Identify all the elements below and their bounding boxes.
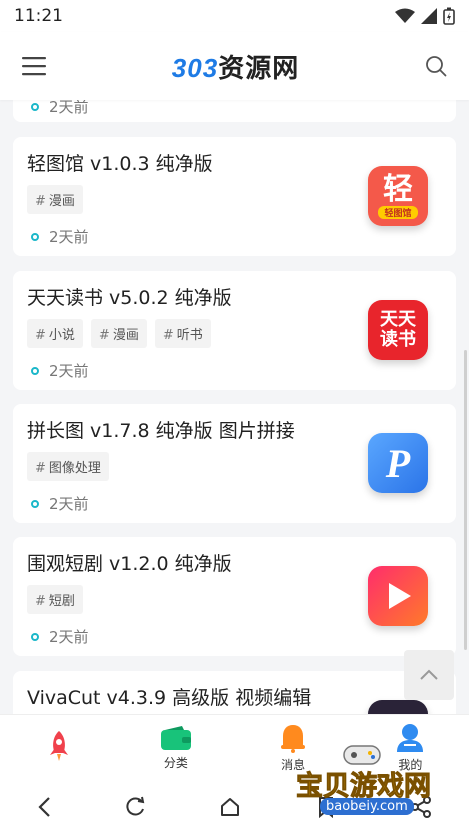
app-icon-pinchangtu[interactable]: P: [368, 433, 428, 493]
list-item-partial[interactable]: 2天前: [13, 100, 456, 122]
back-to-top-button[interactable]: [404, 650, 454, 700]
watermark-logo: 宝贝游戏网 baobeiy.com: [294, 738, 434, 828]
tag[interactable]: # 小说: [27, 319, 83, 348]
status-bar: 11:21: [0, 0, 469, 32]
site-logo[interactable]: 303资源网: [172, 48, 299, 85]
time-dot-icon: [31, 232, 39, 241]
logo-number: 303: [171, 52, 219, 83]
app-icon-weiguanduanju[interactable]: [368, 566, 428, 626]
item-time: 2天前: [27, 626, 442, 647]
item-time: 2天前: [27, 100, 89, 117]
list-item[interactable]: 天天读书 v5.0.2 纯净版 # 小说 # 漫画 # 听书 2天前 天天 读书: [13, 271, 456, 390]
app-icon-vivacut[interactable]: [368, 700, 428, 714]
list-item[interactable]: 拼长图 v1.7.8 纯净版 图片拼接 # 图像处理 2天前 P: [13, 404, 456, 523]
scrollbar[interactable]: [464, 350, 467, 650]
wallet-icon: [160, 725, 191, 750]
tag[interactable]: # 图像处理: [27, 452, 109, 481]
resource-list: 2天前 轻图馆 v1.0.3 纯净版 # 漫画 2天前 轻 轻图馆 天天读书 v5…: [0, 100, 469, 714]
status-time: 11:21: [14, 6, 63, 26]
status-icons: [395, 7, 455, 25]
time-dot-icon: [31, 632, 39, 641]
menu-icon[interactable]: [22, 56, 46, 76]
battery-icon: [443, 7, 455, 25]
tab-label: 分类: [163, 755, 188, 770]
time-dot-icon: [31, 102, 39, 111]
list-item[interactable]: VivaCut v4.3.9 高级版 视频编辑: [13, 671, 456, 714]
tag[interactable]: # 漫画: [90, 319, 147, 348]
logo-text: 资源网: [218, 52, 300, 83]
time-text: 2天前: [49, 495, 89, 513]
item-time: 2天前: [27, 226, 442, 247]
time-text: 2天前: [49, 628, 89, 646]
item-time: 2天前: [27, 360, 442, 381]
tag[interactable]: # 短剧: [27, 585, 83, 614]
search-icon[interactable]: [425, 55, 447, 77]
tab-home[interactable]: [19, 730, 99, 765]
tag[interactable]: # 听书: [154, 319, 211, 348]
app-icon-tiantiandushu[interactable]: 天天 读书: [368, 300, 428, 360]
tag[interactable]: # 漫画: [27, 185, 83, 214]
list-item[interactable]: 轻图馆 v1.0.3 纯净版 # 漫画 2天前 轻 轻图馆: [13, 137, 456, 256]
list-item[interactable]: 围观短剧 v1.2.0 纯净版 # 短剧 2天前: [13, 537, 456, 656]
signal-icon: [421, 8, 437, 24]
app-header: 303资源网: [0, 32, 469, 100]
time-text: 2天前: [49, 228, 89, 246]
watermark-url: baobeiy.com: [320, 798, 414, 815]
chevron-up-icon: [420, 669, 438, 680]
app-icon-qingtuguan[interactable]: 轻 轻图馆: [368, 166, 428, 226]
time-text: 2天前: [49, 362, 89, 380]
tab-category[interactable]: 分类: [136, 725, 216, 771]
rocket-icon: [49, 731, 68, 761]
refresh-icon[interactable]: [124, 796, 146, 818]
home-icon[interactable]: [219, 796, 241, 818]
item-time: 2天前: [27, 493, 442, 514]
back-icon[interactable]: [37, 796, 51, 818]
time-dot-icon: [31, 366, 39, 375]
time-dot-icon: [31, 499, 39, 508]
time-text: 2天前: [49, 100, 89, 116]
wifi-icon: [395, 8, 415, 23]
